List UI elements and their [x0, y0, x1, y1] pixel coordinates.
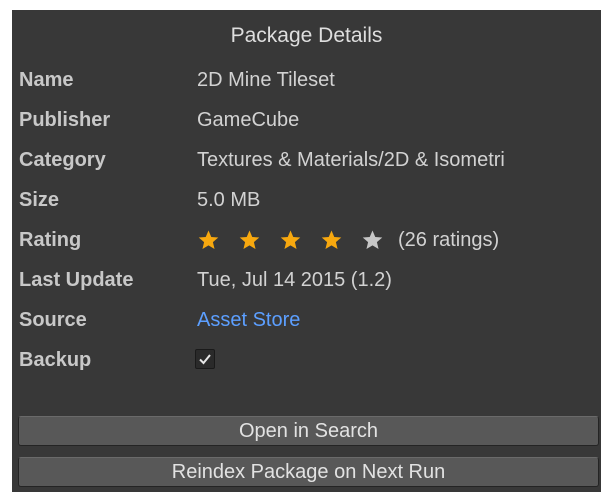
- detail-row-source: Source Asset Store: [12, 302, 601, 338]
- star-filled-icon: [320, 229, 343, 252]
- detail-row-name: Name 2D Mine Tileset: [12, 62, 601, 98]
- publisher-label: Publisher: [19, 109, 111, 131]
- star-empty-icon: [361, 229, 384, 252]
- star-filled-icon: [279, 229, 302, 252]
- star-filled-icon: [238, 229, 261, 252]
- detail-row-size: Size 5.0 MB: [12, 182, 601, 218]
- name-value: 2D Mine Tileset: [197, 69, 335, 91]
- detail-row-last-update: Last Update Tue, Jul 14 2015 (1.2): [12, 262, 601, 298]
- detail-row-rating: Rating (26 ratings): [12, 222, 601, 258]
- panel-title: Package Details: [230, 24, 383, 47]
- backup-checkbox[interactable]: [195, 349, 215, 369]
- backup-label: Backup: [19, 349, 92, 371]
- open-in-search-button[interactable]: Open in Search: [18, 416, 599, 446]
- star-filled-icon: [197, 229, 220, 252]
- last-update-label: Last Update: [19, 269, 134, 291]
- reindex-package-button[interactable]: Reindex Package on Next Run: [18, 457, 599, 487]
- package-details-panel: Package Details Name 2D Mine Tileset Pub…: [12, 10, 601, 492]
- publisher-value: GameCube: [197, 109, 300, 131]
- category-label: Category: [19, 149, 106, 171]
- rating-stars: (26 ratings): [197, 222, 499, 258]
- rating-count: (26 ratings): [398, 229, 500, 251]
- rating-label: Rating: [19, 229, 82, 251]
- category-value: Textures & Materials/2D & Isometri: [197, 149, 505, 171]
- source-link[interactable]: Asset Store: [197, 302, 300, 338]
- detail-row-category: Category Textures & Materials/2D & Isome…: [12, 142, 601, 178]
- detail-row-backup: Backup: [12, 342, 601, 378]
- source-label: Source: [19, 309, 87, 331]
- size-label: Size: [19, 189, 60, 211]
- size-value: 5.0 MB: [197, 189, 261, 211]
- name-label: Name: [19, 69, 74, 91]
- checkmark-icon: [199, 354, 211, 365]
- last-update-value: Tue, Jul 14 2015 (1.2): [197, 269, 392, 291]
- detail-row-publisher: Publisher GameCube: [12, 102, 601, 138]
